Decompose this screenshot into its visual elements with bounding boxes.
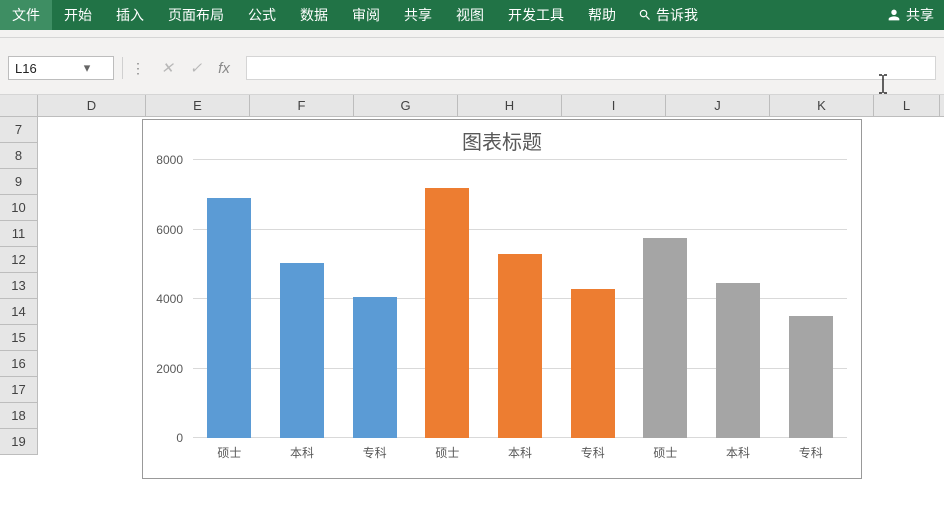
column-header[interactable]: G: [354, 95, 458, 116]
ribbon: 文件开始插入页面布局公式数据审阅共享视图开发工具帮助 告诉我 共享: [0, 0, 944, 30]
chart-y-axis: 02000400060008000: [143, 160, 189, 438]
fx-icon[interactable]: fx: [218, 60, 230, 77]
x-tick-label: 专科: [338, 444, 411, 464]
embedded-chart[interactable]: 图表标题 02000400060008000 硕士本科专科硕士本科专科硕士本科专…: [142, 119, 862, 479]
column-header[interactable]: I: [562, 95, 666, 116]
bar-slot: [556, 160, 629, 438]
row-header[interactable]: 13: [0, 273, 38, 299]
row-header[interactable]: 19: [0, 429, 38, 455]
chart-x-axis-labels: 硕士本科专科硕士本科专科硕士本科专科: [193, 444, 847, 464]
name-box-dropdown-icon[interactable]: ▾: [61, 60, 113, 76]
chart-title[interactable]: 图表标题: [143, 120, 861, 155]
column-header[interactable]: D: [38, 95, 146, 116]
row-header[interactable]: 15: [0, 325, 38, 351]
ribbon-tab-8[interactable]: 视图: [444, 0, 496, 30]
share-label: 共享: [906, 5, 934, 25]
chart-bars: [193, 160, 847, 438]
ribbon-tab-5[interactable]: 数据: [288, 0, 340, 30]
x-tick-label: 硕士: [629, 444, 702, 464]
y-tick-label: 0: [176, 431, 183, 445]
name-box-value: L16: [9, 61, 61, 76]
ribbon-tab-1[interactable]: 开始: [52, 0, 104, 30]
share-button[interactable]: 共享: [876, 5, 944, 25]
bar-slot: [774, 160, 847, 438]
row-header[interactable]: 18: [0, 403, 38, 429]
row-header[interactable]: 9: [0, 169, 38, 195]
tell-me-search[interactable]: 告诉我: [628, 5, 708, 25]
ribbon-tab-0[interactable]: 文件: [0, 0, 52, 30]
chart-bar[interactable]: [643, 238, 687, 438]
formula-input[interactable]: [246, 56, 936, 80]
separator: [122, 57, 123, 79]
formula-bar: L16 ▾ ⋮ ✕ ✓ fx: [0, 38, 944, 95]
column-header[interactable]: J: [666, 95, 770, 116]
y-tick-label: 8000: [156, 153, 183, 167]
ribbon-tab-10[interactable]: 帮助: [576, 0, 628, 30]
ribbon-tab-3[interactable]: 页面布局: [156, 0, 236, 30]
bar-slot: [338, 160, 411, 438]
tell-me-label: 告诉我: [656, 5, 698, 25]
ribbon-tab-7[interactable]: 共享: [392, 0, 444, 30]
bar-slot: [484, 160, 557, 438]
x-tick-label: 专科: [774, 444, 847, 464]
formula-buttons: ✕ ✓ fx: [153, 59, 238, 77]
select-all-corner[interactable]: [0, 95, 38, 116]
column-header[interactable]: L: [874, 95, 940, 116]
chart-bar[interactable]: [280, 263, 324, 438]
row-header[interactable]: 10: [0, 195, 38, 221]
row-header[interactable]: 8: [0, 143, 38, 169]
ribbon-tab-6[interactable]: 审阅: [340, 0, 392, 30]
cells-area[interactable]: 图表标题 02000400060008000 硕士本科专科硕士本科专科硕士本科专…: [38, 117, 944, 487]
worksheet-grid[interactable]: DEFGHIJKL 78910111213141516171819 图表标题 0…: [0, 95, 944, 487]
x-tick-label: 本科: [266, 444, 339, 464]
ribbon-collapsed-strip: [0, 30, 944, 38]
chart-bar[interactable]: [716, 283, 760, 438]
ribbon-tab-9[interactable]: 开发工具: [496, 0, 576, 30]
row-header[interactable]: 17: [0, 377, 38, 403]
column-header[interactable]: F: [250, 95, 354, 116]
search-icon: [638, 8, 652, 22]
x-tick-label: 硕士: [411, 444, 484, 464]
column-header[interactable]: H: [458, 95, 562, 116]
text-cursor-icon: [876, 74, 890, 94]
enter-icon[interactable]: ✓: [190, 59, 203, 77]
row-header[interactable]: 14: [0, 299, 38, 325]
chart-bar[interactable]: [789, 316, 833, 438]
user-icon: [886, 7, 902, 23]
chart-bar[interactable]: [425, 188, 469, 438]
y-tick-label: 2000: [156, 362, 183, 376]
chart-bar[interactable]: [353, 297, 397, 438]
row-header[interactable]: 12: [0, 247, 38, 273]
formula-bar-options-icon[interactable]: ⋮: [131, 60, 145, 77]
ribbon-tab-4[interactable]: 公式: [236, 0, 288, 30]
column-header[interactable]: E: [146, 95, 250, 116]
name-box[interactable]: L16 ▾: [8, 56, 114, 80]
x-tick-label: 硕士: [193, 444, 266, 464]
chart-bar[interactable]: [571, 289, 615, 438]
ribbon-tab-2[interactable]: 插入: [104, 0, 156, 30]
row-header[interactable]: 11: [0, 221, 38, 247]
bar-slot: [629, 160, 702, 438]
row-header[interactable]: 16: [0, 351, 38, 377]
x-tick-label: 专科: [556, 444, 629, 464]
bar-slot: [411, 160, 484, 438]
x-tick-label: 本科: [702, 444, 775, 464]
chart-bar[interactable]: [498, 254, 542, 438]
cancel-icon[interactable]: ✕: [161, 59, 174, 77]
y-tick-label: 6000: [156, 223, 183, 237]
x-tick-label: 本科: [484, 444, 557, 464]
bar-slot: [266, 160, 339, 438]
row-headers: 78910111213141516171819: [0, 117, 38, 487]
row-header[interactable]: 7: [0, 117, 38, 143]
chart-bar[interactable]: [207, 198, 251, 438]
y-tick-label: 4000: [156, 292, 183, 306]
bar-slot: [193, 160, 266, 438]
bar-slot: [702, 160, 775, 438]
column-headers: DEFGHIJKL: [0, 95, 944, 117]
column-header[interactable]: K: [770, 95, 874, 116]
chart-plot-area[interactable]: [193, 160, 847, 438]
